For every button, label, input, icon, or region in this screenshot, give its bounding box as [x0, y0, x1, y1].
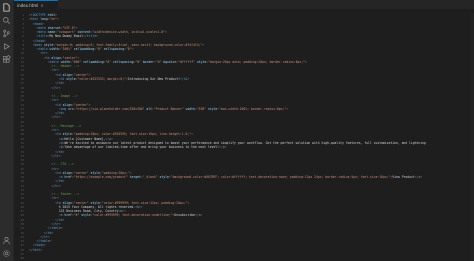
code-token: >	[58, 183, 61, 188]
code-token: style	[81, 213, 91, 218]
code-line[interactable]	[29, 256, 474, 260]
tab-index-html[interactable]: index.html ×	[14, 0, 58, 9]
settings-gear-icon[interactable]	[2, 249, 11, 258]
code-token: Take advantage of our limited-time offer…	[64, 145, 220, 150]
code-token: "538"	[196, 106, 207, 111]
files-icon[interactable]	[2, 3, 11, 12]
code-token: "en"	[49, 17, 57, 22]
close-icon[interactable]: ×	[40, 3, 43, 8]
code-editor[interactable]: 1 2 3 4 5 6 7 8 9 10 11 12 13 14 15 16 17 18 19 20 21 22 23 24 2…	[14, 13, 474, 261]
code-token: cellspacing	[103, 47, 125, 52]
code-token: style	[159, 175, 169, 180]
code-token: >	[62, 111, 65, 116]
code-token: >	[40, 247, 43, 252]
code-token: >	[62, 149, 65, 154]
code-token: >	[58, 153, 61, 158]
code-token: >	[202, 42, 205, 47]
code-token: My New Dummy Email	[49, 34, 84, 39]
code-token: >	[286, 106, 289, 111]
code-token: "width=device-width, initial-scale=1.0"	[92, 30, 166, 35]
line-number-gutter: 1 2 3 4 5 6 7 8 9 10 11 12 13 14 15 16 17 18 19 20 21 22 23 24 2…	[14, 13, 25, 261]
code-line[interactable]: <a href="https://example.com/product" ta…	[29, 175, 474, 179]
code-token: >	[304, 59, 307, 64]
code-token: View Product	[392, 175, 415, 180]
code-token: >	[62, 81, 65, 86]
code-token: href	[64, 175, 72, 180]
search-icon[interactable]	[2, 16, 11, 25]
code-token: >	[56, 17, 59, 22]
code-token: >	[62, 217, 65, 222]
code-token: "#ffffff"	[178, 59, 196, 64]
code-area[interactable]: <!DOCTYPE html> <html lang="en"> <head> <…	[29, 13, 474, 261]
extensions-icon[interactable]	[2, 55, 11, 64]
code-token: >	[49, 239, 52, 244]
code-token: "background-color:#007BFF; color:#ffffff…	[170, 175, 391, 180]
code-token: bgcolor	[163, 59, 177, 64]
code-token: >	[58, 85, 61, 90]
code-token: href	[64, 213, 72, 218]
code-token: "max-width:100%; border-radius:8px;"	[219, 106, 287, 111]
code-token: >	[165, 30, 167, 35]
code-token: "_blank"	[142, 175, 158, 180]
code-token: width	[185, 106, 195, 111]
code-token: >	[191, 132, 193, 137]
code-token: >	[62, 179, 65, 184]
code-token: Introducing Our New Product!	[127, 76, 180, 81]
code-token: "https://example.com/product"	[73, 175, 128, 180]
code-token: "color:#333333; margin:0;"	[77, 76, 126, 81]
code-token: >	[58, 115, 61, 120]
code-token: >	[200, 213, 203, 218]
code-token: >	[43, 243, 46, 248]
code-token: >	[60, 226, 63, 231]
code-token: cellpadding	[83, 59, 104, 64]
code-token: "color:#999999; text-decoration:underlin…	[92, 213, 173, 218]
code-token: style	[196, 59, 207, 64]
code-token: cellpadding	[73, 47, 95, 52]
code-token: Unsubscribe	[174, 213, 195, 218]
code-token: >	[96, 34, 98, 39]
code-token: >	[131, 47, 134, 52]
code-token: >	[51, 230, 54, 235]
code-token: style	[207, 106, 218, 111]
vscode-window: index.html × 1 2 3 4 5 6 7 8 9 10 11 12 13 14 15 16 17 18…	[0, 0, 474, 261]
code-token: border	[142, 59, 154, 64]
code-token: "margin:20px auto; padding:20px; border-…	[208, 59, 305, 64]
editor-tab-strip: index.html ×	[14, 0, 474, 9]
account-icon[interactable]	[2, 236, 11, 245]
code-token: width	[49, 47, 59, 52]
code-token: >	[140, 204, 143, 209]
code-token: >	[187, 200, 190, 205]
code-token: >	[224, 145, 227, 150]
code-token: style	[66, 76, 76, 81]
code-token: title	[86, 34, 97, 39]
code-token: >	[187, 76, 190, 81]
tab-label: index.html	[17, 2, 39, 8]
code-token: cellspacing	[112, 59, 134, 64]
code-token: "100%"	[60, 47, 72, 52]
run-debug-icon[interactable]	[2, 42, 11, 51]
source-control-icon[interactable]	[2, 29, 11, 38]
code-token: "Product Banner"	[153, 106, 184, 111]
code-token: >	[420, 175, 423, 180]
code-token: "https://via.placeholder.com/538x300"	[75, 106, 145, 111]
line-number: 58	[20, 256, 24, 261]
code-token: target	[129, 175, 141, 180]
activity-bar	[0, 0, 14, 261]
